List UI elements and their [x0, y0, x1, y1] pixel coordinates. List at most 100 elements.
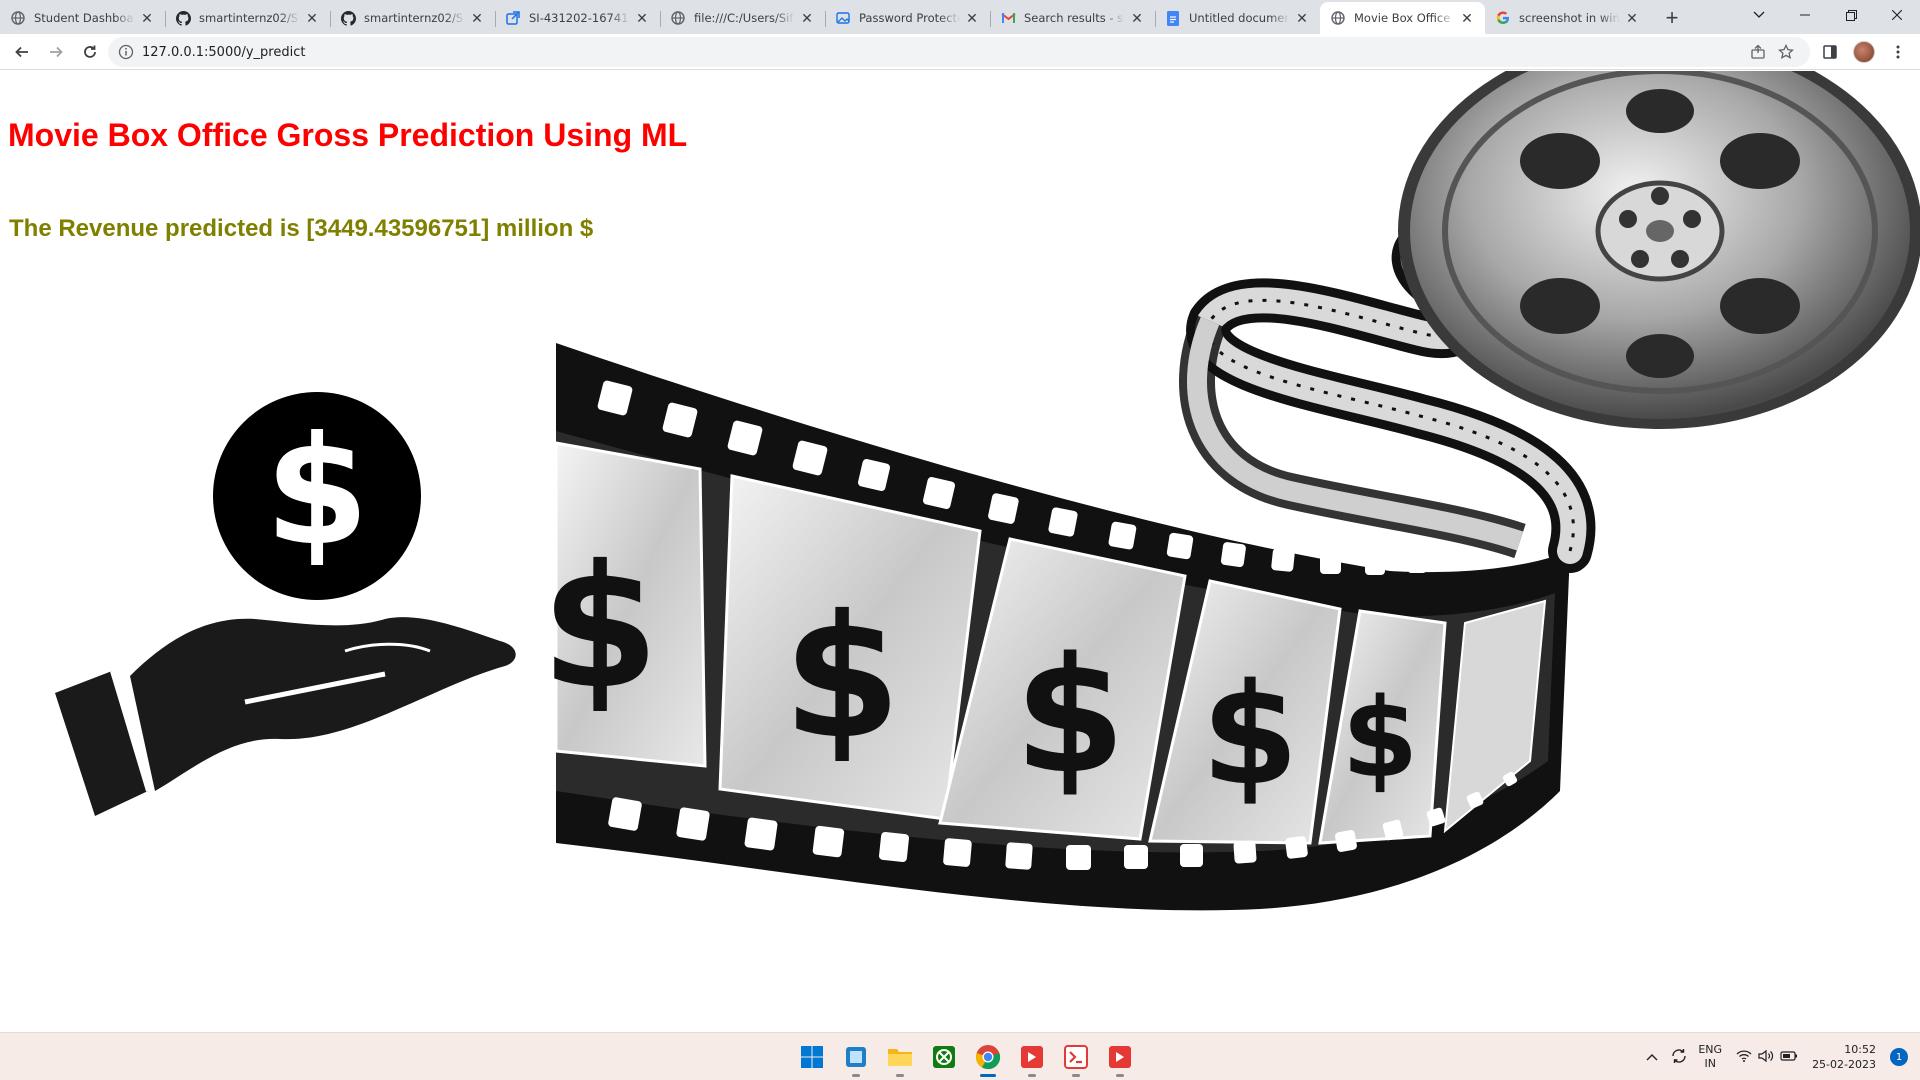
- close-icon[interactable]: ✕: [139, 10, 155, 26]
- taskbar-apps: [790, 1039, 1142, 1077]
- globe-icon: [10, 10, 26, 26]
- docs-icon: [1165, 10, 1181, 26]
- taskbar: ENG IN 10:52 25-02-2023 1: [0, 1032, 1920, 1080]
- tab-google-search[interactable]: screenshot in wind ✕: [1485, 2, 1650, 34]
- tab-gmail-search[interactable]: Search results - sifr ✕: [990, 2, 1155, 34]
- globe-icon: [1330, 10, 1346, 26]
- avatar: [1853, 41, 1875, 63]
- close-icon[interactable]: ✕: [469, 10, 485, 26]
- hand-coin-icon: $ $: [55, 392, 516, 816]
- clock-date: 25-02-2023: [1812, 1058, 1876, 1071]
- close-icon[interactable]: ✕: [634, 10, 650, 26]
- svg-text:$: $: [1014, 622, 1125, 809]
- taskbar-file-explorer[interactable]: [878, 1039, 922, 1077]
- close-icon[interactable]: ✕: [964, 10, 980, 26]
- red-app-icon-2: [1064, 1045, 1088, 1069]
- taskbar-xbox[interactable]: [922, 1039, 966, 1075]
- system-tray: ENG IN 10:52 25-02-2023 1: [1646, 1033, 1920, 1080]
- clock[interactable]: 10:52 25-02-2023: [1812, 1042, 1876, 1072]
- address-bar[interactable]: 127.0.0.1:5000/y_predict: [108, 37, 1810, 67]
- tab-google-docs[interactable]: Untitled document ✕: [1155, 2, 1320, 34]
- tab-title: Password Protecte: [859, 11, 960, 25]
- taskbar-red-app-2[interactable]: [1054, 1039, 1098, 1077]
- close-icon[interactable]: ✕: [1624, 10, 1640, 26]
- start-icon: [801, 1046, 823, 1068]
- tab-title: smartinternz02/SI-: [364, 11, 465, 25]
- close-icon[interactable]: ✕: [1294, 10, 1310, 26]
- prediction-result: The Revenue predicted is [3449.43596751]…: [9, 215, 594, 242]
- browser-toolbar: 127.0.0.1:5000/y_predict: [0, 34, 1920, 70]
- svg-text:$: $: [541, 529, 659, 727]
- close-window-button[interactable]: [1874, 0, 1920, 30]
- minimize-button[interactable]: [1782, 0, 1828, 30]
- close-icon[interactable]: ✕: [1129, 10, 1145, 26]
- running-indicator: [1116, 1074, 1124, 1077]
- gmail-icon: [1000, 10, 1016, 26]
- xbox-icon: [933, 1046, 955, 1068]
- image-icon: [835, 10, 851, 26]
- start-button[interactable]: [790, 1039, 834, 1075]
- wifi-icon[interactable]: [1736, 1049, 1752, 1065]
- tab-github-1[interactable]: smartinternz02/SI- ✕: [165, 2, 330, 34]
- tab-strip: Student Dashboard ✕ smartinternz02/SI- ✕…: [0, 0, 1920, 34]
- external-link-icon: [505, 10, 521, 26]
- reload-button[interactable]: [74, 36, 106, 68]
- tab-title: SI-431202-167411: [529, 11, 630, 25]
- tab-student-dashboard[interactable]: Student Dashboard ✕: [0, 2, 165, 34]
- svg-text:$: $: [783, 579, 901, 777]
- language-code: ENG: [1698, 1043, 1723, 1056]
- chevron-up-icon[interactable]: [1646, 1051, 1658, 1064]
- taskbar-chrome[interactable]: [966, 1039, 1010, 1077]
- region-code: IN: [1704, 1057, 1716, 1070]
- tab-title: smartinternz02/SI-: [199, 11, 300, 25]
- github-icon: [340, 10, 356, 26]
- close-icon[interactable]: ✕: [1459, 10, 1475, 26]
- info-icon[interactable]: [118, 44, 134, 60]
- close-icon[interactable]: ✕: [304, 10, 320, 26]
- web-page: $ $ $ $ $ $ Movie Box Office Gross Predi…: [0, 71, 1920, 1031]
- tab-search-button[interactable]: [1736, 0, 1782, 30]
- red-app-icon-3: [1109, 1046, 1131, 1068]
- profile-avatar[interactable]: [1848, 36, 1880, 68]
- taskbar-red-app-3[interactable]: [1098, 1039, 1142, 1077]
- running-indicator: [1028, 1074, 1036, 1077]
- red-app-icon: [1021, 1046, 1043, 1068]
- share-icon[interactable]: [1744, 44, 1772, 60]
- app-window-icon: [846, 1047, 866, 1067]
- more-menu-button[interactable]: [1882, 36, 1914, 68]
- github-icon: [175, 10, 191, 26]
- new-tab-button[interactable]: +: [1656, 2, 1688, 34]
- tab-title: Untitled document: [1189, 11, 1290, 25]
- globe-icon: [670, 10, 686, 26]
- sync-icon[interactable]: [1670, 1048, 1688, 1067]
- side-panel-button[interactable]: [1814, 36, 1846, 68]
- back-button[interactable]: [6, 36, 38, 68]
- restore-button[interactable]: [1828, 0, 1874, 30]
- taskbar-red-app[interactable]: [1010, 1039, 1054, 1077]
- tab-title: file:///C:/Users/Sifr: [694, 11, 795, 25]
- tab-title: Student Dashboard: [34, 11, 135, 25]
- close-icon[interactable]: ✕: [799, 10, 815, 26]
- tab-movie-box-office[interactable]: Movie Box Office G ✕: [1320, 2, 1485, 34]
- svg-text:$: $: [1201, 654, 1298, 817]
- film-reel-graphic: [1398, 71, 1920, 429]
- language-indicator[interactable]: ENG IN: [1698, 1043, 1722, 1071]
- bookmark-star-icon[interactable]: [1772, 44, 1800, 60]
- google-icon: [1495, 10, 1511, 26]
- clock-time: 10:52: [1844, 1043, 1876, 1056]
- window-controls: [1736, 0, 1920, 34]
- running-indicator: [896, 1074, 904, 1077]
- notification-badge[interactable]: 1: [1890, 1048, 1908, 1066]
- tab-local-file[interactable]: file:///C:/Users/Sifr ✕: [660, 2, 825, 34]
- file-explorer-icon: [888, 1049, 912, 1066]
- tab-github-2[interactable]: smartinternz02/SI- ✕: [330, 2, 495, 34]
- tab-password-protected[interactable]: Password Protecte ✕: [825, 2, 990, 34]
- tab-title: screenshot in wind: [1519, 11, 1620, 25]
- url-text[interactable]: 127.0.0.1:5000/y_predict: [142, 45, 1744, 60]
- taskbar-app-window[interactable]: [834, 1039, 878, 1077]
- forward-button[interactable]: [40, 36, 72, 68]
- battery-icon[interactable]: [1780, 1050, 1798, 1065]
- tab-si-report[interactable]: SI-431202-167411 ✕: [495, 2, 660, 34]
- chrome-icon: [975, 1045, 1001, 1070]
- volume-icon[interactable]: [1758, 1049, 1774, 1066]
